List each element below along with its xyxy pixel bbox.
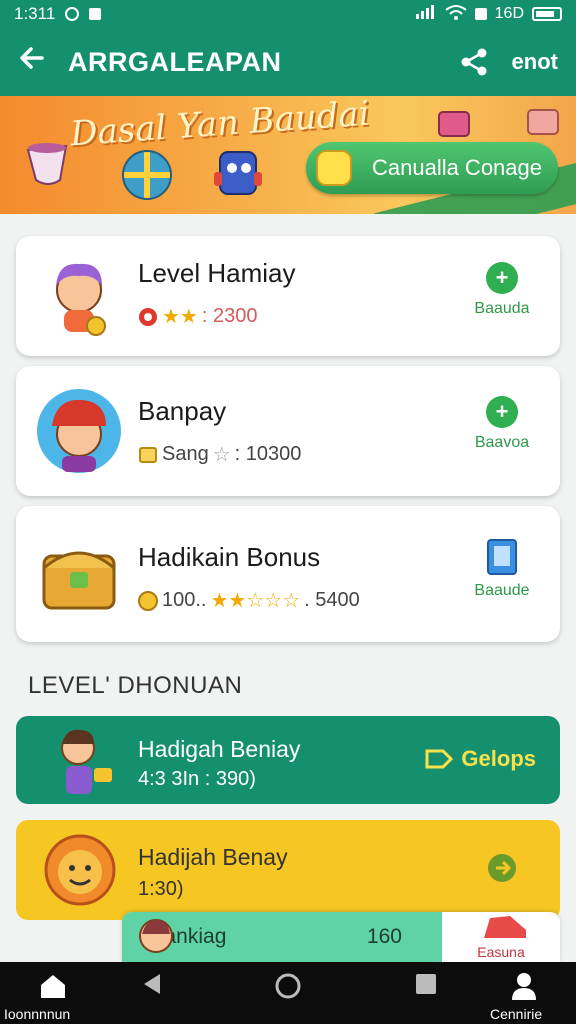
card-title: Hadikain Bonus xyxy=(138,542,321,572)
coin-badge-icon xyxy=(316,150,352,186)
card-points: . 5400 xyxy=(304,589,360,611)
card-points: : 2300 xyxy=(201,305,258,327)
app-bar-action[interactable]: enot xyxy=(512,49,558,75)
robot-toy-icon xyxy=(214,151,262,195)
treasure-chest-icon xyxy=(42,551,116,610)
sim-icon xyxy=(474,8,487,20)
notification-icon xyxy=(89,8,102,20)
status-bar: 1:311 16D xyxy=(0,0,576,28)
kid-red-hat-avatar xyxy=(37,389,121,473)
card-action-label: Baauda xyxy=(474,300,530,317)
card-meta: 100.. ★★☆☆☆ . 5400 xyxy=(138,588,360,613)
kid-coin-avatar xyxy=(61,729,112,794)
nav-profile[interactable] xyxy=(510,972,538,1007)
arrow-circle-icon[interactable] xyxy=(484,850,520,886)
clipboard-icon xyxy=(487,539,517,575)
share-icon[interactable] xyxy=(458,46,490,78)
band-meta: 4:3 3In : 390) xyxy=(138,768,256,790)
back-arrow-icon[interactable] xyxy=(18,44,54,80)
card-title: Level Hamiay xyxy=(138,258,296,288)
person-icon xyxy=(512,973,536,1000)
band-title: Hadijah Benay xyxy=(138,844,288,870)
mini-avatar-icon xyxy=(139,919,173,953)
sync-icon xyxy=(65,7,80,21)
status-time: 1:311 xyxy=(14,4,56,23)
shoe-icon xyxy=(484,916,526,938)
promo-banner[interactable]: Dasal Yan Baudai Canualla Conage xyxy=(0,96,576,214)
bottom-nav: Ioonnnnun Cennirie xyxy=(0,962,576,1024)
ranking-value: 160 xyxy=(366,925,402,948)
card-points: : 10300 xyxy=(234,443,302,465)
reward-card-level[interactable]: Level Hamiay ★★ : 2300 + Baauda xyxy=(16,236,560,356)
card-icon xyxy=(527,109,559,135)
bonus-row-yellow[interactable]: Hadijah Benay 1:30) xyxy=(16,820,560,920)
card-title: Banpay xyxy=(138,396,227,426)
sun-mascot-icon xyxy=(44,834,116,906)
ruby-coin-icon xyxy=(139,307,157,326)
kid-purple-hair-avatar xyxy=(56,263,106,336)
band-meta: 1:30) xyxy=(138,878,184,900)
nav-back[interactable] xyxy=(140,972,162,1001)
gelops-button[interactable]: Gelops xyxy=(425,746,536,772)
band-title: Hadigah Beniay xyxy=(138,736,301,762)
plus-circle-icon: + xyxy=(486,396,518,428)
nav-home[interactable] xyxy=(38,972,68,1005)
rating-stars: ★★ xyxy=(162,306,198,328)
battery-icon xyxy=(532,7,562,21)
cup-icon xyxy=(26,143,68,185)
banner-cta-button[interactable]: Canualla Conage xyxy=(306,142,558,194)
banner-cta-label: Canualla Conage xyxy=(371,155,543,180)
ticket-icon xyxy=(139,446,157,463)
card-action-button[interactable]: Baaude xyxy=(462,536,542,600)
reward-card-banpay[interactable]: Banpay Sang ☆ : 10300 + Baavoa xyxy=(16,366,560,496)
signal-icon xyxy=(415,4,437,24)
card-action-button[interactable]: + Baauda xyxy=(462,262,542,318)
plus-circle-icon: + xyxy=(486,262,518,294)
nav-right-label: Cennirie xyxy=(490,1006,543,1022)
page-title: ARRGALEAPAN xyxy=(68,46,282,77)
band-pill-label: Gelops xyxy=(461,746,536,771)
wifi-icon xyxy=(445,4,467,25)
recents-square-icon xyxy=(416,974,436,994)
card-meta: ★★ : 2300 xyxy=(138,304,257,329)
card-meta-prefix: Sang xyxy=(162,443,209,465)
easuna-label: Easuna xyxy=(477,944,525,960)
small-gift-icon xyxy=(438,111,470,137)
section-title: LEVEL' DHONUAN xyxy=(28,672,243,699)
card-action-label: Baavoa xyxy=(474,434,530,451)
home-circle-icon xyxy=(275,973,301,999)
bonus-row-green[interactable]: Hadigah Beniay 4:3 3In : 390) Gelops xyxy=(16,716,560,804)
nav-left-label: Ioonnnnun xyxy=(4,1006,71,1022)
battery-percent: 16D xyxy=(494,5,524,22)
card-meta: Sang ☆ : 10300 xyxy=(138,442,301,467)
tag-icon xyxy=(425,749,454,769)
card-action-button[interactable]: + Baavoa xyxy=(462,396,542,452)
easuna-tile[interactable]: Easuna xyxy=(442,912,560,962)
home-icon xyxy=(41,975,65,998)
card-action-label: Baaude xyxy=(474,582,530,599)
nav-home-circle[interactable] xyxy=(274,972,302,1005)
coin-icon xyxy=(138,590,158,611)
rating-stars: ☆ xyxy=(212,444,231,466)
nav-recents[interactable] xyxy=(414,972,438,1001)
ranking-mini-bar[interactable]: Mrankiag 160 Easuna xyxy=(122,912,560,962)
app-bar: ARRGALEAPAN enot xyxy=(0,28,576,96)
card-meta-prefix: 100.. xyxy=(162,589,207,611)
rating-stars: ★★☆☆☆ xyxy=(210,590,301,612)
back-triangle-icon xyxy=(144,974,160,994)
gift-ball-icon xyxy=(122,150,172,200)
reward-card-bonus[interactable]: Hadikain Bonus 100.. ★★☆☆☆ . 5400 Baaude xyxy=(16,506,560,642)
